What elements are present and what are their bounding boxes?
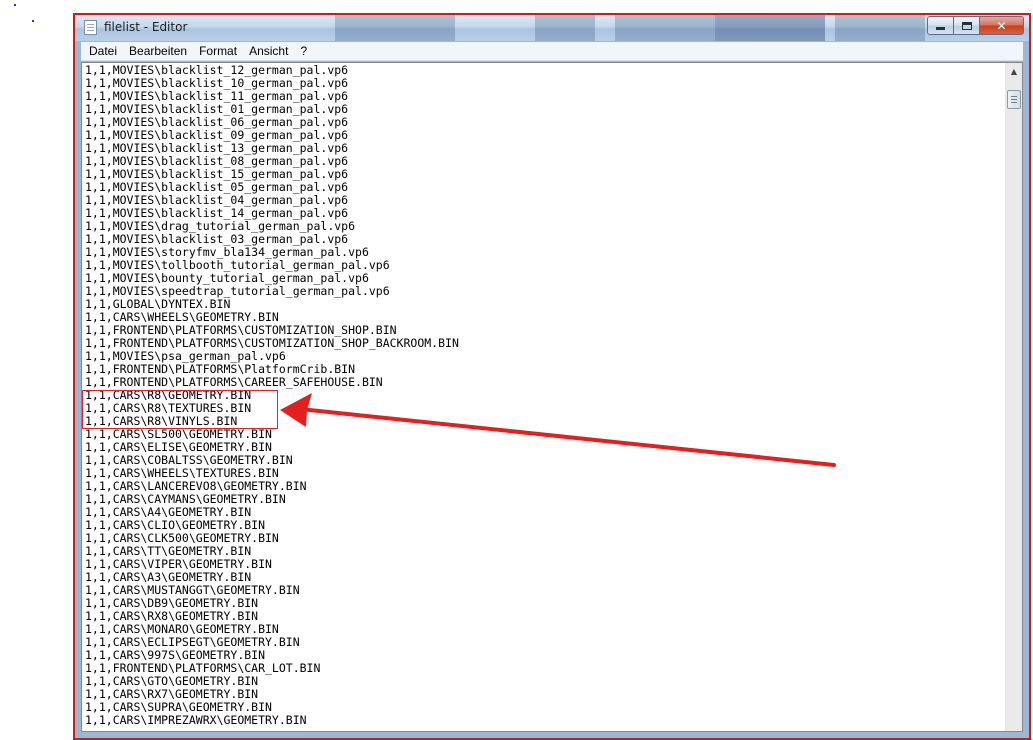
scrollbar-thumb[interactable] bbox=[1007, 90, 1021, 109]
scroll-up-arrow-icon[interactable]: ▲ bbox=[1006, 63, 1022, 80]
text-line[interactable]: 1,1,CARS\IMPREZAWRX\GEOMETRY.BIN bbox=[85, 714, 1003, 727]
close-icon: ✕ bbox=[996, 18, 1007, 33]
desktop-background bbox=[0, 0, 70, 740]
minimize-button[interactable] bbox=[927, 16, 954, 35]
minimize-icon bbox=[936, 27, 945, 30]
menu-datei[interactable]: Datei bbox=[83, 42, 123, 61]
notepad-window: filelist - Editor ✕ Datei Bearbeiten For… bbox=[73, 13, 1031, 740]
menu-format[interactable]: Format bbox=[193, 42, 243, 61]
menu-help[interactable]: ? bbox=[294, 42, 313, 61]
close-button[interactable]: ✕ bbox=[980, 16, 1024, 35]
highlight-annotation-box bbox=[82, 390, 278, 429]
window-title: filelist - Editor bbox=[104, 20, 188, 34]
maximize-button[interactable] bbox=[954, 16, 980, 35]
notepad-icon bbox=[84, 20, 97, 35]
maximize-icon bbox=[961, 21, 972, 30]
menu-ansicht[interactable]: Ansicht bbox=[243, 42, 294, 61]
caption-buttons: ✕ bbox=[927, 16, 1024, 35]
menu-bar: Datei Bearbeiten Format Ansicht ? bbox=[81, 42, 1023, 61]
title-bar[interactable]: filelist - Editor ✕ bbox=[75, 15, 1029, 41]
menu-bearbeiten[interactable]: Bearbeiten bbox=[123, 42, 193, 61]
vertical-scrollbar[interactable]: ▲ bbox=[1005, 63, 1022, 731]
